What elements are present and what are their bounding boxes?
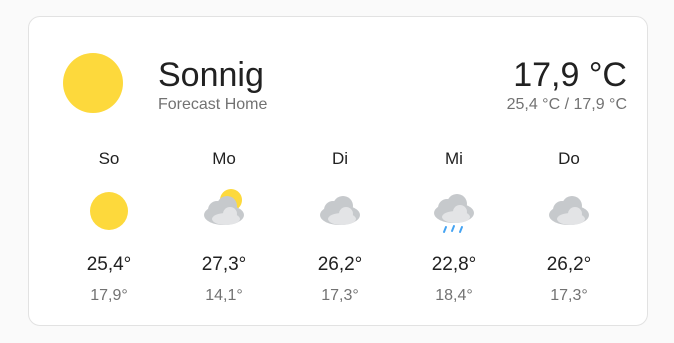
low-temperature: 18,4° xyxy=(435,287,473,304)
high-temperature: 25,4° xyxy=(86,254,132,275)
day-name: Do xyxy=(558,149,580,168)
forecast-day: So 25,4° 17,9° xyxy=(59,147,159,306)
high-temperature: 26,2° xyxy=(546,254,592,275)
location-name: Forecast Home xyxy=(158,96,268,113)
cloud-icon xyxy=(549,196,589,225)
low-temperature: 17,9° xyxy=(90,287,128,304)
temperature-range: 25,4 °C / 17,9 °C xyxy=(506,96,627,113)
sun-icon xyxy=(63,53,123,113)
low-temperature: 17,3° xyxy=(550,287,588,304)
current-temperature: 17,9 °C xyxy=(513,56,627,94)
forecast-day: Do 26,2° 17,3° xyxy=(519,147,619,306)
rain-icon xyxy=(434,194,474,233)
low-temperature: 14,1° xyxy=(205,287,243,304)
day-name: Mi xyxy=(445,149,463,168)
sun-icon xyxy=(90,192,128,230)
forecast-day: Mo 27,3° 14,1° xyxy=(174,147,274,306)
day-name: Mo xyxy=(212,149,236,168)
forecast-day: Di 26,2° 17,3° xyxy=(290,147,390,306)
cloud-icon xyxy=(320,196,360,225)
partly-cloudy-icon xyxy=(204,189,244,225)
current-condition: Sonnig xyxy=(158,56,264,94)
weather-forecast-card[interactable]: Sonnig Forecast Home 17,9 °C 25,4 °C / 1… xyxy=(28,16,648,326)
day-name: So xyxy=(98,149,120,168)
forecast-day: Mi 22,8° 18,4° xyxy=(404,147,504,306)
low-temperature: 17,3° xyxy=(321,287,359,304)
high-temperature: 22,8° xyxy=(431,254,477,275)
high-temperature: 26,2° xyxy=(317,254,363,275)
high-temperature: 27,3° xyxy=(201,254,247,275)
day-name: Di xyxy=(331,149,349,168)
